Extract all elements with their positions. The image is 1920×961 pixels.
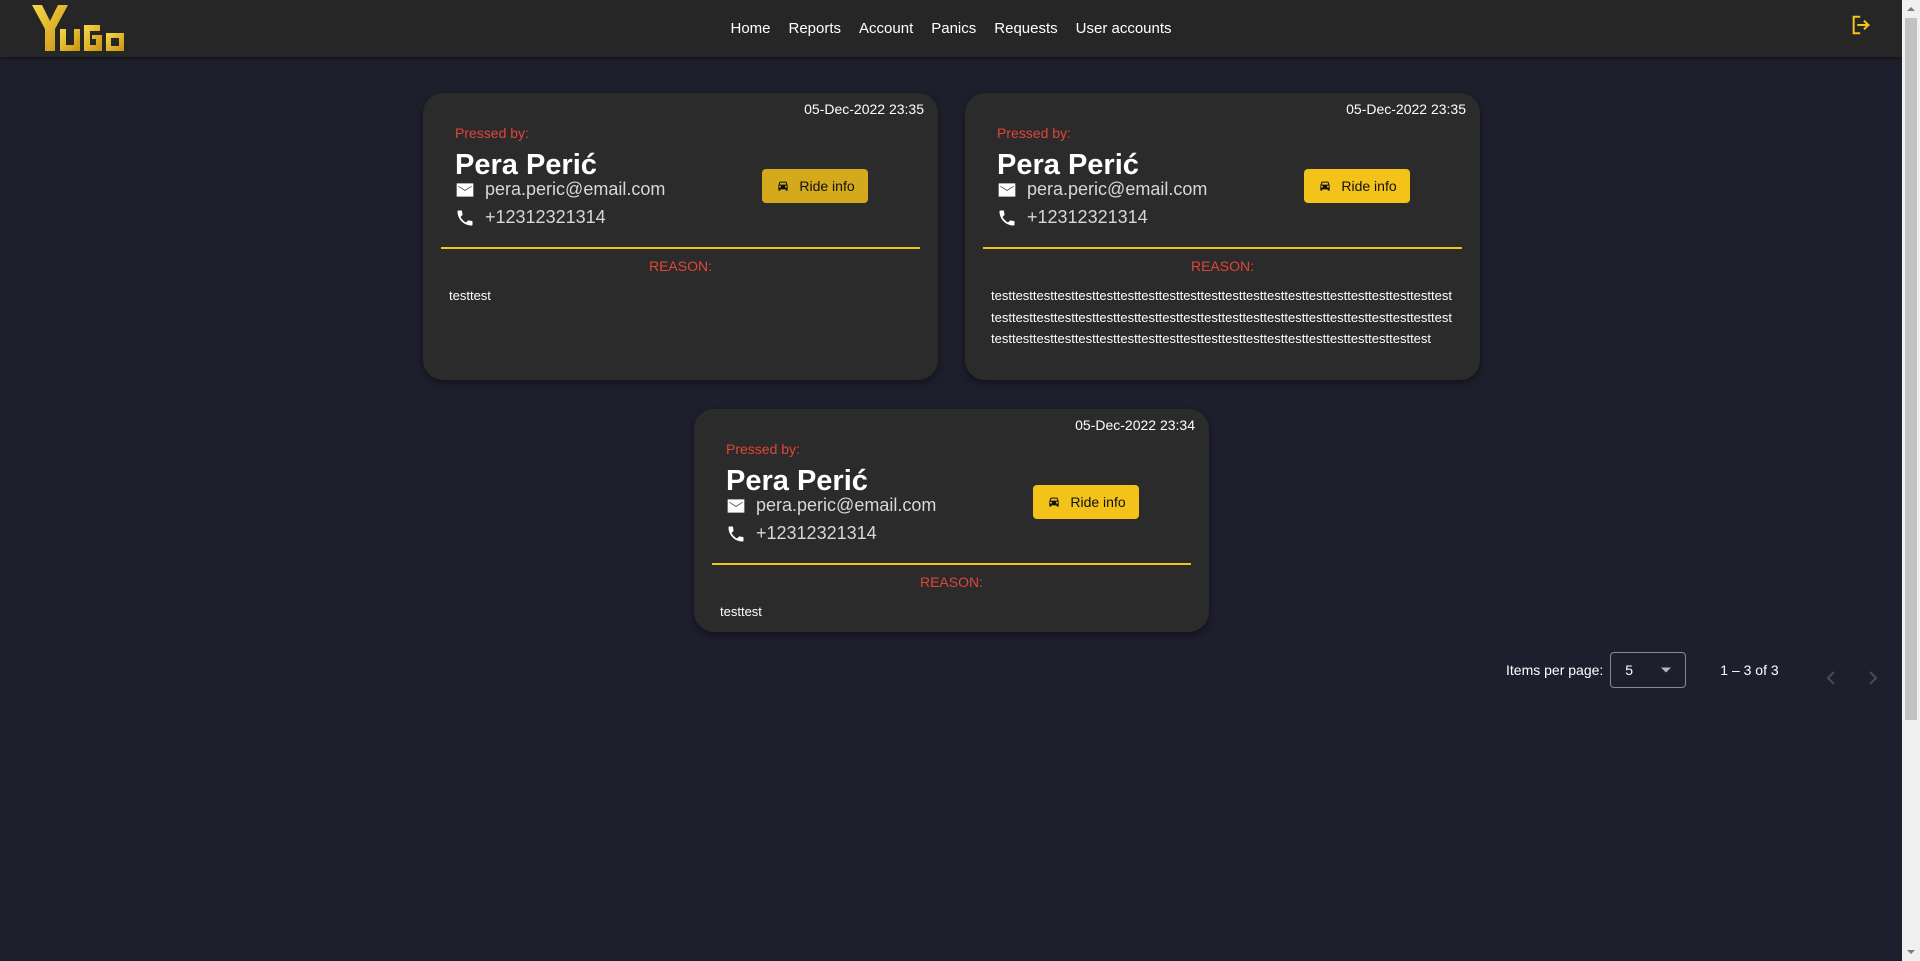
phone-row: +12312321314 xyxy=(726,523,877,544)
email-icon xyxy=(998,182,1016,197)
car-icon xyxy=(1320,181,1331,191)
car-icon xyxy=(1049,497,1060,507)
logout-icon[interactable] xyxy=(1850,14,1872,36)
scrollbar-thumb[interactable] xyxy=(1905,18,1917,720)
ride-info-button[interactable]: Ride info xyxy=(1033,485,1139,519)
panic-date: 05-Dec-2022 23:34 xyxy=(1075,417,1195,433)
previous-page-icon[interactable] xyxy=(1824,668,1838,688)
user-name: Pera Perić xyxy=(726,465,868,497)
panic-card: 05-Dec-2022 23:35 Pressed by: Pera Perić… xyxy=(423,93,938,380)
nav-panics[interactable]: Panics xyxy=(931,20,976,37)
email-icon xyxy=(727,498,745,513)
email-row: pera.peric@email.com xyxy=(455,179,665,200)
phone-icon xyxy=(728,526,744,541)
ride-info-label: Ride info xyxy=(1341,178,1397,194)
reason-label: REASON: xyxy=(919,574,983,590)
ride-info-label: Ride info xyxy=(799,178,855,194)
card-divider xyxy=(712,563,1191,565)
reason-text: testtest xyxy=(449,288,491,303)
reason-label: REASON: xyxy=(1190,258,1254,274)
next-page-icon[interactable] xyxy=(1866,668,1880,688)
user-email: pera.peric@email.com xyxy=(756,495,937,515)
ride-info-label: Ride info xyxy=(1070,494,1126,510)
scroll-down-icon[interactable] xyxy=(1906,947,1916,957)
items-per-page-value: 5 xyxy=(1625,662,1634,678)
panic-card: 05-Dec-2022 23:34 Pressed by: Pera Perić… xyxy=(694,409,1209,632)
reason-text: testtesttesttesttesttesttesttesttesttest… xyxy=(991,288,1452,346)
items-per-page-select[interactable]: 5 xyxy=(1610,652,1687,688)
panic-date: 05-Dec-2022 23:35 xyxy=(804,101,924,117)
panic-card: 05-Dec-2022 23:35 Pressed by: Pera Perić… xyxy=(965,93,1480,380)
ride-info-button[interactable]: Ride info xyxy=(762,169,868,203)
user-phone: +12312321314 xyxy=(1027,207,1148,227)
dropdown-arrow-icon xyxy=(1661,667,1672,673)
phone-icon xyxy=(999,210,1015,225)
paginator: Items per page: 5 1 – 3 of 3 xyxy=(1506,652,1779,688)
nav-reports[interactable]: Reports xyxy=(789,20,842,37)
user-phone: +12312321314 xyxy=(485,207,606,227)
phone-row: +12312321314 xyxy=(455,207,606,228)
email-row: pera.peric@email.com xyxy=(726,495,936,516)
user-name: Pera Perić xyxy=(997,149,1139,181)
email-icon xyxy=(456,182,474,197)
nav-requests[interactable]: Requests xyxy=(994,20,1057,37)
reason-text: testtest xyxy=(720,604,762,619)
pressed-by-label: Pressed by: xyxy=(997,125,1071,141)
top-navbar: Home Reports Account Panics Requests Use… xyxy=(0,0,1902,57)
phone-icon xyxy=(457,210,473,225)
page-range-label: 1 – 3 of 3 xyxy=(1720,662,1779,678)
pressed-by-label: Pressed by: xyxy=(726,441,800,457)
card-divider xyxy=(983,247,1462,249)
ride-info-button[interactable]: Ride info xyxy=(1304,169,1410,203)
card-divider xyxy=(441,247,920,249)
phone-row: +12312321314 xyxy=(997,207,1148,228)
reason-label: REASON: xyxy=(648,258,712,274)
user-email: pera.peric@email.com xyxy=(1027,179,1208,199)
scroll-up-icon[interactable] xyxy=(1906,4,1916,14)
user-phone: +12312321314 xyxy=(756,523,877,543)
email-row: pera.peric@email.com xyxy=(997,179,1207,200)
nav-user-accounts[interactable]: User accounts xyxy=(1076,20,1172,37)
main-nav: Home Reports Account Panics Requests Use… xyxy=(0,0,1902,57)
car-icon xyxy=(778,181,789,191)
user-name: Pera Perić xyxy=(455,149,597,181)
nav-account[interactable]: Account xyxy=(859,20,913,37)
pressed-by-label: Pressed by: xyxy=(455,125,529,141)
items-per-page-label: Items per page: xyxy=(1506,662,1604,678)
panic-date: 05-Dec-2022 23:35 xyxy=(1346,101,1466,117)
nav-home[interactable]: Home xyxy=(730,20,770,37)
user-email: pera.peric@email.com xyxy=(485,179,666,199)
